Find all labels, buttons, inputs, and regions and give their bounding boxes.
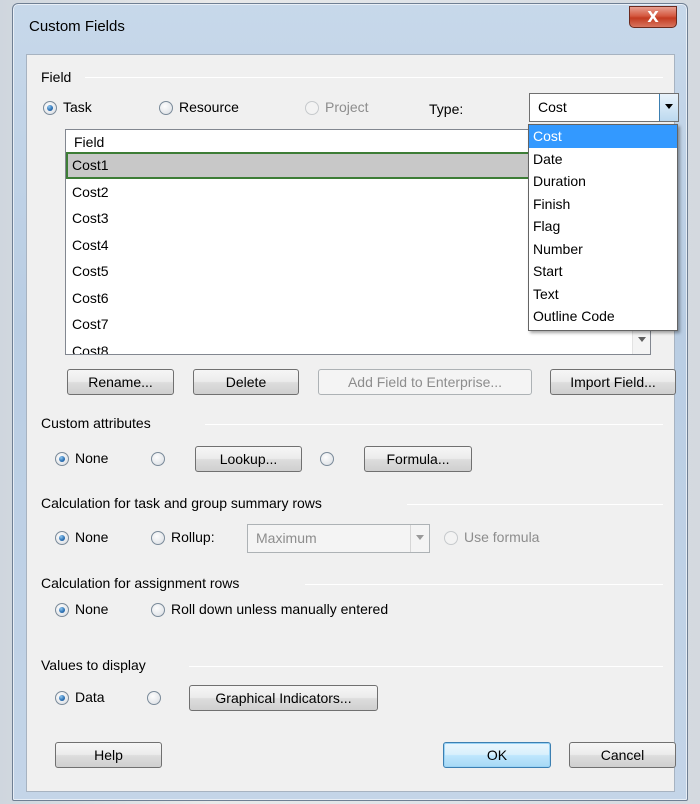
attributes-none-radio[interactable]	[55, 452, 69, 466]
assignment-none-radio[interactable]	[55, 603, 69, 617]
lookup-button[interactable]: Lookup...	[195, 446, 302, 472]
attributes-none-label[interactable]: None	[75, 450, 108, 466]
chevron-down-icon	[665, 104, 673, 109]
project-radio-label[interactable]: Project	[325, 99, 369, 115]
dropdown-option[interactable]: Start	[529, 260, 677, 283]
cancel-button[interactable]: Cancel	[569, 742, 676, 768]
attributes-formula-radio[interactable]	[320, 452, 334, 466]
dropdown-option[interactable]: Date	[529, 148, 677, 171]
type-label: Type:	[429, 101, 464, 117]
use-formula-radio[interactable]	[444, 531, 458, 545]
summary-rollup-label[interactable]: Rollup:	[171, 529, 215, 545]
dialog-body: Field Task Resource Project Type: Cost F…	[26, 54, 679, 792]
group-divider	[85, 77, 663, 78]
values-display-label: Values to display	[41, 657, 146, 673]
add-field-to-enterprise-button[interactable]: Add Field to Enterprise...	[318, 369, 532, 395]
summary-none-radio[interactable]	[55, 531, 69, 545]
graphical-indicators-button[interactable]: Graphical Indicators...	[189, 685, 378, 711]
chevron-down-icon	[416, 535, 424, 540]
roll-down-radio[interactable]	[151, 603, 165, 617]
ok-button[interactable]: OK	[443, 742, 551, 768]
roll-down-label[interactable]: Roll down unless manually entered	[171, 601, 388, 617]
task-radio[interactable]	[43, 101, 57, 115]
rename-button[interactable]: Rename...	[67, 369, 174, 395]
help-button[interactable]: Help	[55, 742, 162, 768]
group-divider	[189, 666, 663, 667]
summary-rollup-radio[interactable]	[151, 531, 165, 545]
group-divider	[407, 504, 663, 505]
attributes-lookup-radio[interactable]	[151, 452, 165, 466]
type-dropdown-list[interactable]: Cost Date Duration Finish Flag Number St…	[528, 124, 678, 331]
dialog-title: Custom Fields	[29, 18, 125, 35]
dropdown-option[interactable]: Cost	[529, 125, 677, 148]
calc-summary-label: Calculation for task and group summary r…	[41, 495, 322, 511]
close-button[interactable]: X	[629, 6, 677, 28]
close-icon: X	[647, 8, 659, 26]
type-combobox-value: Cost	[538, 99, 567, 115]
custom-fields-dialog: Custom Fields X Field Task Resource Proj…	[12, 3, 688, 801]
values-data-radio[interactable]	[55, 691, 69, 705]
calc-assignment-label: Calculation for assignment rows	[41, 575, 240, 591]
task-radio-label[interactable]: Task	[63, 99, 92, 115]
dropdown-option[interactable]: Outline Code	[529, 305, 677, 328]
type-combobox[interactable]: Cost	[529, 93, 679, 122]
use-formula-label[interactable]: Use formula	[464, 529, 539, 545]
values-data-label[interactable]: Data	[75, 689, 105, 705]
field-group-label: Field	[41, 69, 72, 85]
values-graphical-radio[interactable]	[147, 691, 161, 705]
type-dropdown-button[interactable]	[659, 94, 678, 121]
dropdown-option[interactable]: Flag	[529, 215, 677, 238]
resource-radio[interactable]	[159, 101, 173, 115]
scroll-down-icon[interactable]	[638, 337, 646, 342]
dropdown-option[interactable]: Duration	[529, 170, 677, 193]
rollup-combobox[interactable]: Maximum	[247, 524, 430, 553]
resource-radio-label[interactable]: Resource	[179, 99, 239, 115]
dropdown-option[interactable]: Number	[529, 238, 677, 261]
project-radio[interactable]	[305, 101, 319, 115]
summary-none-label[interactable]: None	[75, 529, 108, 545]
group-divider	[305, 584, 663, 585]
group-divider	[205, 424, 663, 425]
rollup-dropdown-button[interactable]	[410, 525, 429, 552]
rollup-combobox-value: Maximum	[256, 530, 317, 546]
delete-button[interactable]: Delete	[193, 369, 299, 395]
custom-attributes-label: Custom attributes	[41, 415, 151, 431]
dropdown-option[interactable]: Finish	[529, 193, 677, 216]
formula-button[interactable]: Formula...	[364, 446, 472, 472]
assignment-none-label[interactable]: None	[75, 601, 108, 617]
title-bar: Custom Fields X	[13, 4, 687, 48]
list-item[interactable]: Cost8	[66, 338, 650, 355]
import-field-button[interactable]: Import Field...	[550, 369, 676, 395]
dropdown-option[interactable]: Text	[529, 283, 677, 306]
